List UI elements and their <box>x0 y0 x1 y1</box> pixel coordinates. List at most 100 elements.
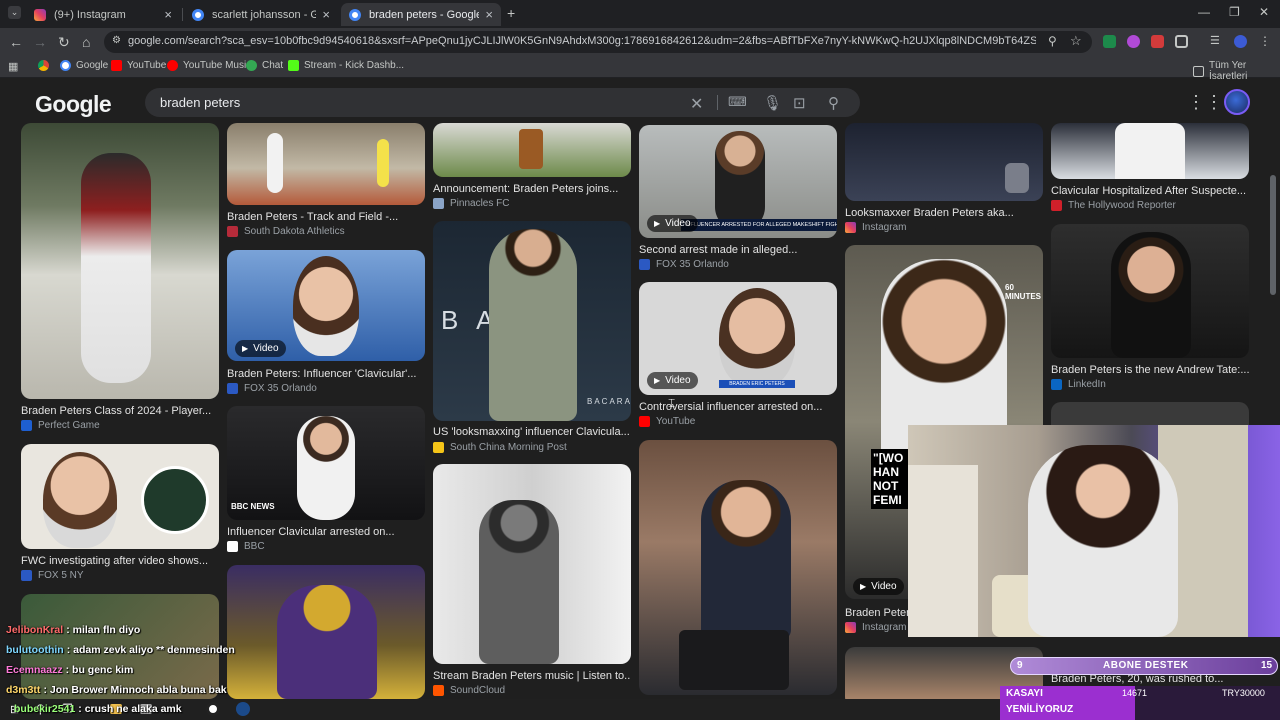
result-source[interactable]: FOX 5 NY <box>21 570 84 581</box>
source-label: The Hollywood Reporter <box>1068 200 1176 211</box>
result-thumbnail[interactable] <box>21 444 219 549</box>
person-figure <box>297 416 355 520</box>
result-source[interactable]: South Dakota Athletics <box>227 226 345 237</box>
back-icon[interactable]: ← <box>9 34 23 50</box>
result-caption[interactable]: Influencer Clavicular arrested on... <box>227 526 425 538</box>
result-source[interactable]: BBC <box>227 541 265 552</box>
url-text[interactable]: google.com/search?sca_esv=10b0fbc9d94540… <box>128 35 1036 47</box>
result-caption[interactable]: FWC investigating after video shows... <box>21 555 219 567</box>
clear-search-icon[interactable]: ✕ <box>690 94 703 114</box>
result-source[interactable]: The Hollywood Reporter <box>1051 200 1176 211</box>
close-tab-icon[interactable]: × <box>164 7 172 22</box>
close-window-icon[interactable]: ✕ <box>1259 5 1269 19</box>
divider <box>717 95 718 110</box>
steam-taskbar-icon[interactable] <box>236 702 250 716</box>
result-thumbnail[interactable] <box>1051 224 1249 358</box>
result-caption[interactable]: Braden Peters: Influencer 'Clavicular'..… <box>227 368 425 380</box>
result-source[interactable]: FOX 35 Orlando <box>639 259 729 270</box>
extension-red-icon[interactable] <box>1151 35 1164 48</box>
apps-grid-icon[interactable]: ▦ <box>8 60 18 73</box>
result-caption[interactable]: Clavicular Hospitalized After Suspecte..… <box>1051 185 1249 197</box>
tab-instagram[interactable]: (9+) Instagram × <box>26 3 180 26</box>
tab-braden[interactable]: braden peters - Google'da Ara × <box>341 3 501 26</box>
result-thumbnail[interactable]: B A A BACARA <box>433 221 631 421</box>
forward-icon[interactable]: → <box>33 34 47 50</box>
shelf-figure <box>908 465 978 637</box>
result-caption[interactable]: Looksmaxxer Braden Peters aka... <box>845 207 1043 219</box>
runner-figure <box>267 133 283 193</box>
result-source[interactable]: FOX 35 Orlando <box>227 383 317 394</box>
google-logo[interactable]: Google <box>35 91 112 118</box>
mugshot-face <box>719 288 795 388</box>
bookmark-google[interactable]: Google <box>60 60 108 71</box>
lens-icon[interactable]: ⊡ <box>793 94 806 112</box>
bookmark-chat[interactable]: Chat <box>246 60 283 71</box>
search-input[interactable]: braden peters <box>160 95 240 110</box>
result-source[interactable]: YouTube <box>639 416 695 427</box>
close-tab-icon[interactable]: × <box>322 7 330 22</box>
result-thumbnail[interactable] <box>21 123 219 399</box>
close-tab-icon[interactable]: × <box>485 7 493 22</box>
search-box[interactable]: braden peters ✕ ⌨ 🎙︎ ⊡ ⚲ <box>145 88 860 117</box>
bookmark-youtube[interactable]: YouTube <box>111 60 166 71</box>
bookmark-youtube-music[interactable]: YouTube Music <box>167 60 251 71</box>
result-thumbnail[interactable] <box>433 464 631 664</box>
search-icon[interactable]: ⚲ <box>828 94 839 112</box>
site-info-icon[interactable]: ⚙ <box>112 35 121 46</box>
keyboard-icon[interactable]: ⌨ <box>728 94 747 110</box>
result-thumbnail[interactable]: INFLUENCER ARRESTED FOR ALLEGED MAKESHIF… <box>639 125 837 238</box>
microphone-icon[interactable]: 🎙︎ <box>763 94 782 112</box>
kick-icon <box>288 60 299 71</box>
obs-taskbar-icon[interactable] <box>206 702 220 716</box>
result-source[interactable]: Instagram <box>845 222 906 233</box>
result-thumbnail[interactable] <box>639 440 837 695</box>
reload-icon[interactable]: ↻ <box>58 34 70 51</box>
result-source[interactable]: South China Morning Post <box>433 442 567 453</box>
bacarat-small-text: BACARA <box>587 397 631 406</box>
restore-icon[interactable]: ❐ <box>1229 5 1240 19</box>
chrome-icon[interactable] <box>38 60 54 71</box>
result-caption[interactable]: Announcement: Braden Peters joins... <box>433 183 631 195</box>
result-source[interactable]: SoundCloud <box>433 685 505 696</box>
bookmark-star-icon[interactable]: ☆ <box>1070 33 1082 49</box>
result-source[interactable]: LinkedIn <box>1051 379 1106 390</box>
result-thumbnail[interactable]: BRADEN ERIC PETERS ▶ Video <box>639 282 837 395</box>
result-caption[interactable]: Braden Peters Class of 2024 - Player... <box>21 405 219 417</box>
profile-icon[interactable] <box>1234 35 1247 48</box>
folder-icon <box>1193 65 1204 77</box>
home-icon[interactable]: ⌂ <box>82 34 90 50</box>
chat-text: : milan fln diyo <box>66 624 141 636</box>
result-caption[interactable]: Braden Peters - Track and Field -... <box>227 211 425 223</box>
result-thumbnail[interactable]: BBC NEWS <box>227 406 425 520</box>
new-tab-button[interactable]: + <box>507 5 515 21</box>
page-scrollbar[interactable] <box>1270 175 1276 295</box>
result-caption[interactable]: Second arrest made in alleged... <box>639 244 837 256</box>
address-bar[interactable]: ⚙ google.com/search?sca_esv=10b0fbc9d945… <box>104 31 1092 53</box>
extension-excel-icon[interactable] <box>1103 35 1116 48</box>
extensions-puzzle-icon[interactable] <box>1175 35 1188 48</box>
result-thumbnail[interactable]: ▶ Video <box>227 250 425 361</box>
result-caption[interactable]: Braden Peters is the new Andrew Tate:... <box>1051 364 1249 376</box>
result-thumbnail[interactable] <box>227 565 425 699</box>
avatar[interactable] <box>1224 89 1250 115</box>
tab-search-menu-icon[interactable]: ☰ <box>1210 35 1223 48</box>
minimize-icon[interactable]: — <box>1198 5 1210 19</box>
zoom-icon[interactable]: ⚲ <box>1048 34 1057 48</box>
result-thumbnail[interactable] <box>1051 123 1249 179</box>
person-figure <box>1111 232 1191 358</box>
result-caption[interactable]: US 'looksmaxxing' influencer Clavicula..… <box>433 426 631 438</box>
football-player-figure <box>277 585 377 699</box>
result-thumbnail[interactable] <box>433 123 631 177</box>
extension-purple-icon[interactable] <box>1127 35 1140 48</box>
tab-scarlett[interactable]: scarlett johansson - Google'da Ara × <box>184 3 338 26</box>
source-label: LinkedIn <box>1068 379 1106 390</box>
tab-search-icon[interactable]: ⌄ <box>8 6 21 19</box>
bookmark-kick[interactable]: Stream - Kick Dashb... <box>288 60 404 71</box>
result-source[interactable]: Pinnacles FC <box>433 198 509 209</box>
menu-icon[interactable]: ⋮ <box>1259 35 1272 48</box>
result-caption[interactable]: Stream Braden Peters music | Listen to..… <box>433 670 631 682</box>
result-thumbnail[interactable] <box>227 123 425 205</box>
result-source[interactable]: Instagram <box>845 622 906 633</box>
result-source[interactable]: Perfect Game <box>21 420 100 431</box>
result-thumbnail[interactable] <box>845 123 1043 201</box>
